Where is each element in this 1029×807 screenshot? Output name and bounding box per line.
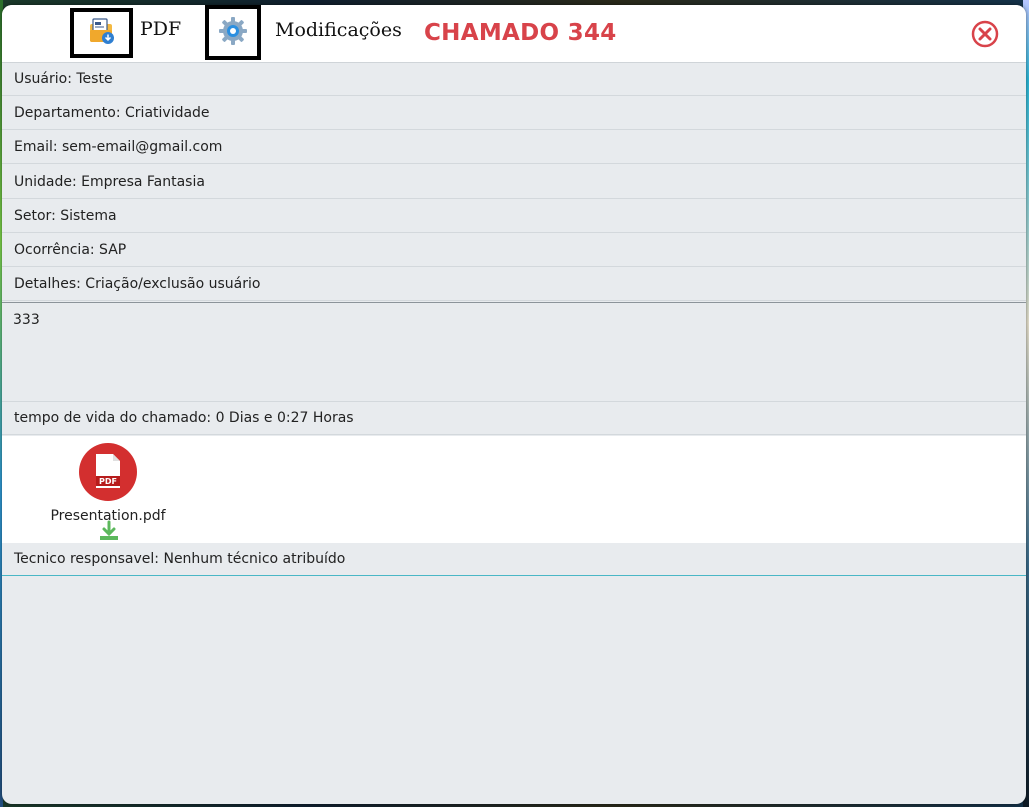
sector-field: Setor: Sistema	[2, 200, 1026, 233]
user-field: Usuário: Teste	[2, 63, 1026, 96]
ticket-modal: PDF Modificações CHAMADO 344 Usuário: Te…	[2, 5, 1026, 804]
email-field: Email: sem-email@gmail.com	[2, 131, 1026, 164]
pdf-file-icon: PDF	[78, 442, 138, 506]
gear-icon	[218, 16, 248, 50]
unit-field: Unidade: Empresa Fantasia	[2, 166, 1026, 199]
details-field: Detalhes: Criação/exclusão usuário	[2, 268, 1026, 301]
ticket-title: CHAMADO 344	[424, 20, 617, 46]
close-icon	[971, 20, 999, 52]
folder-pdf-icon	[87, 16, 117, 50]
department-field: Departamento: Criatividade	[2, 97, 1026, 130]
attachments-area: PDF Presentation.pdf	[2, 436, 1026, 544]
pdf-badge-text: PDF	[99, 477, 117, 486]
modifications-button[interactable]	[205, 5, 261, 60]
pdf-label[interactable]: PDF	[140, 18, 181, 40]
attachment-item[interactable]: PDF Presentation.pdf	[48, 442, 168, 542]
close-button[interactable]	[971, 20, 999, 48]
occurrence-field: Ocorrência: SAP	[2, 234, 1026, 267]
ticket-description: 333	[2, 302, 1026, 402]
modal-header: PDF Modificações CHAMADO 344	[2, 5, 1026, 63]
pdf-export-button[interactable]	[70, 8, 133, 58]
modifications-label[interactable]: Modificações	[275, 19, 402, 41]
technician-field: Tecnico responsavel: Nenhum técnico atri…	[2, 543, 1026, 576]
ticket-lifetime: tempo de vida do chamado: 0 Dias e 0:27 …	[2, 402, 1026, 435]
